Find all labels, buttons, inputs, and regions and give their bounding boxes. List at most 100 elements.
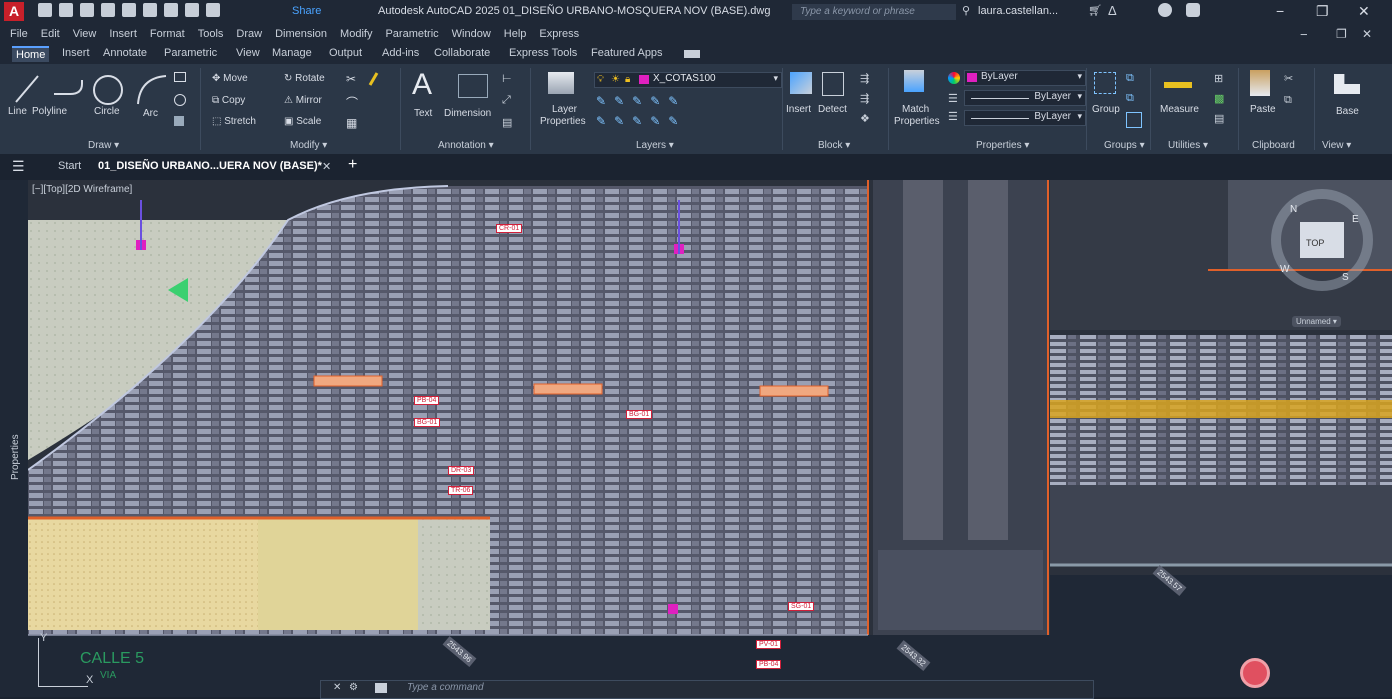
app-store-icon[interactable] — [1186, 3, 1200, 17]
erase-icon[interactable] — [368, 72, 379, 86]
command-input[interactable]: Type a command — [407, 682, 484, 693]
edit-block-icon[interactable]: ⇶ — [860, 92, 869, 105]
color-dropdown[interactable]: ByLayer ▾ — [964, 70, 1086, 86]
quick-select-icon[interactable]: ▩ — [1214, 92, 1224, 105]
menu-format[interactable]: Format — [150, 28, 185, 40]
menu-express[interactable]: Express — [539, 28, 579, 40]
menu-parametric[interactable]: Parametric — [385, 28, 438, 40]
tab-start[interactable]: Start — [58, 160, 81, 172]
utilities-panel-label[interactable]: Utilities ▾ — [1168, 140, 1208, 151]
tab-insert[interactable]: Insert — [62, 47, 90, 59]
group-button[interactable]: Group — [1092, 104, 1120, 115]
plot-icon[interactable] — [164, 3, 178, 17]
rectangle-icon[interactable] — [174, 72, 186, 82]
cart-icon[interactable]: 🛒︎ — [1088, 4, 1102, 17]
tab-parametric[interactable]: Parametric — [164, 47, 217, 59]
layer-dropdown[interactable]: 💡︎ ☀ 🔒︎ X_COTAS100 ▾ — [594, 72, 782, 88]
markup-icon[interactable]: ▤ — [502, 116, 512, 129]
close-tab-button[interactable]: ✕ — [322, 160, 331, 173]
base-button[interactable]: Base — [1336, 106, 1359, 117]
layer-tool-icon[interactable]: ✎ — [668, 114, 678, 128]
arc-button[interactable]: Arc — [143, 108, 158, 119]
create-block-icon[interactable]: ⇶ — [860, 72, 869, 85]
user-account[interactable]: laura.castellan... — [978, 5, 1058, 17]
tab-view[interactable]: View — [236, 47, 260, 59]
viewcube-south[interactable]: S — [1342, 272, 1349, 283]
menubar-restore-button[interactable]: ❐ — [1336, 27, 1347, 41]
group-select-icon[interactable] — [1126, 112, 1142, 128]
properties-palette-label[interactable]: Properties — [10, 434, 21, 480]
circle-button[interactable]: Circle — [94, 106, 120, 117]
viewcube-west[interactable]: W — [1280, 264, 1289, 275]
autocad-logo-icon[interactable]: A — [4, 2, 24, 21]
new-icon[interactable] — [38, 3, 52, 17]
properties-sidebar[interactable]: Properties — [0, 180, 28, 697]
ellipse-icon[interactable] — [174, 94, 186, 106]
ungroup-icon[interactable]: ⧉ — [1126, 72, 1134, 85]
tab-home[interactable]: Home — [12, 46, 50, 62]
layer-tools-row2[interactable]: ✎ ✎ ✎ ✎ ✎ — [596, 114, 678, 128]
learn-icon[interactable]: Δ — [1108, 3, 1117, 18]
save-icon[interactable] — [80, 3, 94, 17]
layer-tool-icon[interactable]: ✎ — [632, 114, 642, 128]
drawing-canvas[interactable] — [28, 180, 1392, 697]
clipboard-panel-label[interactable]: Clipboard — [1252, 140, 1295, 151]
copy-button[interactable]: ⧉ Copy — [212, 95, 245, 106]
lineweight-dropdown[interactable]: ByLayer ▾ — [964, 110, 1086, 126]
viewcube-east[interactable]: E — [1352, 214, 1359, 225]
annotation-panel-label[interactable]: Annotation ▾ — [438, 140, 494, 151]
menu-insert[interactable]: Insert — [109, 28, 137, 40]
block-attributes-icon[interactable]: ❖ — [860, 112, 870, 125]
groups-panel-label[interactable]: Groups ▾ — [1104, 140, 1145, 151]
layer-tool-icon[interactable]: ✎ — [632, 94, 642, 108]
layer-tool-icon[interactable]: ✎ — [614, 94, 624, 108]
modify-panel-label[interactable]: Modify ▾ — [290, 140, 327, 151]
layer-tool-icon[interactable]: ✎ — [596, 114, 606, 128]
help-icon[interactable] — [1158, 3, 1172, 17]
detect-button[interactable]: Detect — [818, 104, 847, 115]
rotate-button[interactable]: ↻ Rotate — [284, 73, 325, 84]
measure-button[interactable]: Measure — [1160, 104, 1199, 115]
viewcube-north[interactable]: N — [1290, 204, 1297, 215]
layers-panel-label[interactable]: Layers ▾ — [636, 140, 674, 151]
leader-icon[interactable]: ⊢ — [502, 72, 512, 85]
menu-modify[interactable]: Modify — [340, 28, 372, 40]
tab-output[interactable]: Output — [329, 47, 362, 59]
menu-draw[interactable]: Draw — [236, 28, 262, 40]
new-tab-button[interactable]: + — [348, 156, 357, 174]
line-button[interactable]: Line — [8, 106, 27, 117]
menubar-close-button[interactable]: ✕ — [1362, 27, 1372, 41]
command-close-icon[interactable]: ✕ — [333, 682, 341, 693]
tab-addins[interactable]: Add-ins — [382, 47, 419, 59]
text-button[interactable]: Text — [414, 108, 432, 119]
tab-annotate[interactable]: Annotate — [103, 47, 147, 59]
viewport-controls[interactable]: [−][Top][2D Wireframe] — [32, 184, 132, 195]
search-input[interactable]: Type a keyword or phrase — [792, 4, 956, 20]
linetype-dropdown[interactable]: ByLayer ▾ — [964, 90, 1086, 106]
move-button[interactable]: ✥ Move — [212, 73, 248, 84]
view-panel-label[interactable]: View ▾ — [1322, 140, 1351, 151]
polyline-button[interactable]: Polyline — [32, 106, 67, 117]
hatch-icon[interactable] — [174, 116, 184, 126]
cut-icon[interactable]: ✂ — [1284, 72, 1293, 85]
maximize-button[interactable]: ❐ — [1316, 3, 1329, 20]
minimize-button[interactable]: − — [1276, 3, 1284, 19]
id-point-icon[interactable]: ⊞ — [1214, 72, 1223, 85]
web-mobile-icon[interactable] — [122, 3, 136, 17]
share-button[interactable]: Share — [292, 5, 321, 17]
calculator-icon[interactable]: ▤ — [1214, 112, 1224, 125]
layer-tools-row1[interactable]: ✎ ✎ ✎ ✎ ✎ — [596, 94, 678, 108]
layer-tool-icon[interactable]: ✎ — [650, 94, 660, 108]
match-properties-button-line1[interactable]: Match — [902, 104, 929, 115]
layer-tool-icon[interactable]: ✎ — [596, 94, 606, 108]
layer-tool-icon[interactable]: ✎ — [650, 114, 660, 128]
command-customize-icon[interactable]: ⚙ — [349, 682, 358, 693]
layer-tool-icon[interactable]: ✎ — [668, 94, 678, 108]
scale-button[interactable]: ▣ Scale — [284, 116, 321, 127]
tab-express-tools[interactable]: Express Tools — [509, 47, 577, 59]
close-button[interactable]: ✕ — [1358, 3, 1370, 20]
paste-button[interactable]: Paste — [1250, 104, 1276, 115]
mirror-button[interactable]: ⚠ Mirror — [284, 95, 322, 106]
open-icon[interactable] — [59, 3, 73, 17]
insert-button[interactable]: Insert — [786, 104, 811, 115]
